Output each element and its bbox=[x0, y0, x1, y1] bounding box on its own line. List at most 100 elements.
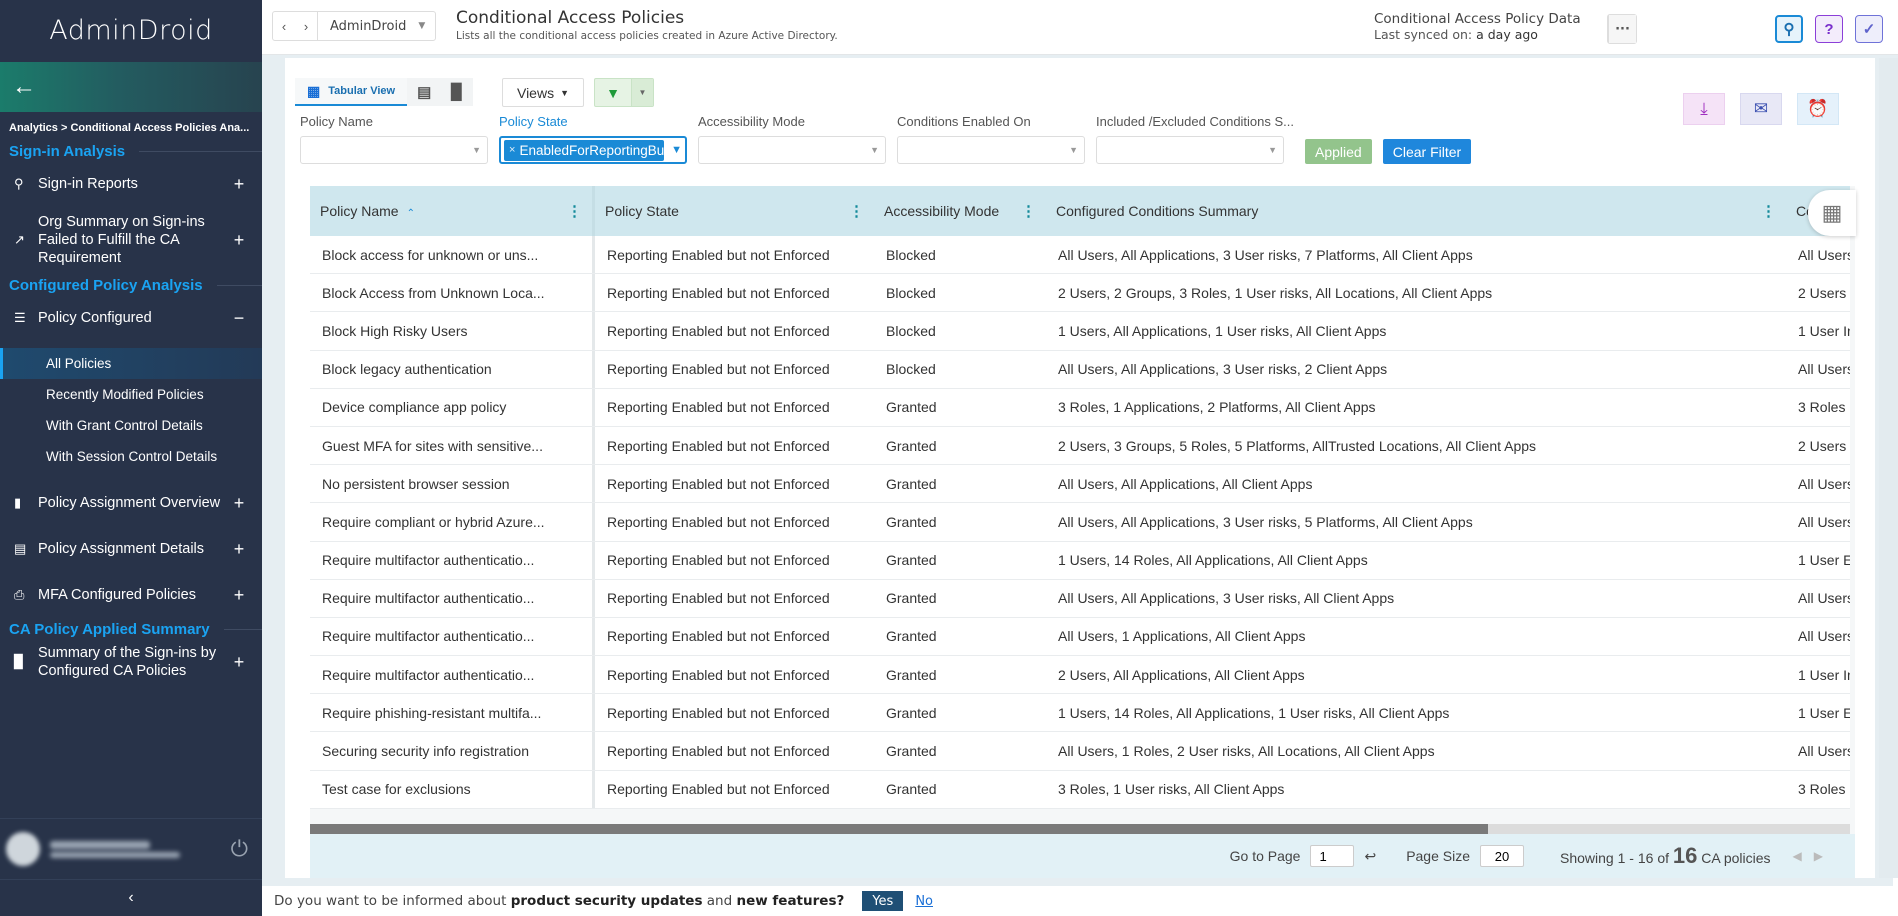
table-row[interactable]: Require multifactor authenticatio... Repo… bbox=[310, 579, 1850, 618]
table-row[interactable]: Require multifactor authenticatio... Repo… bbox=[310, 617, 1850, 657]
org-name: AdminDroid bbox=[330, 18, 407, 34]
selected-chip[interactable]: × EnabledForReportingButNo... bbox=[504, 139, 664, 161]
user-profile[interactable]: ⏻ bbox=[0, 818, 262, 880]
goto-page-input[interactable] bbox=[1310, 845, 1355, 867]
scrollbar-thumb[interactable] bbox=[310, 824, 1488, 834]
sidebar-item-mfa-configured[interactable]: ⎙ MFA Configured Policies + bbox=[0, 572, 262, 618]
vertical-scrollbar[interactable] bbox=[1879, 58, 1898, 878]
table-row[interactable]: Require multifactor authenticatio... Repo… bbox=[310, 541, 1850, 580]
sidebar-subitem-grant-control[interactable]: With Grant Control Details bbox=[0, 410, 262, 441]
org-selector[interactable]: AdminDroid ▼ bbox=[317, 12, 435, 40]
column-header-policy-name[interactable]: Policy Name ⌃ ⋮ bbox=[310, 186, 592, 236]
table-row[interactable]: Block Access from Unknown Loca... Reporti… bbox=[310, 274, 1850, 313]
next-page-icon[interactable]: ▶ bbox=[1814, 849, 1835, 863]
sort-asc-icon[interactable]: ⌃ bbox=[407, 208, 415, 219]
mail-icon[interactable]: ✉ bbox=[1740, 93, 1782, 125]
table-row[interactable]: Block access for unknown or uns... Report… bbox=[310, 236, 1850, 275]
table-row[interactable]: No persistent browser session Reporting E… bbox=[310, 465, 1850, 504]
search-icon[interactable]: ⚲ bbox=[1775, 15, 1803, 43]
expand-icon[interactable]: + bbox=[232, 230, 246, 251]
check-circle-icon[interactable]: ✓ bbox=[1855, 15, 1883, 43]
column-header-conditions-summary[interactable]: Configured Conditions Summary ⋮ bbox=[1046, 186, 1786, 236]
accessibility-mode-select[interactable]: ▼ bbox=[698, 136, 886, 164]
table-row[interactable]: Guest MFA for sites with sensitive... Rep… bbox=[310, 426, 1850, 466]
applied-button[interactable]: Applied bbox=[1305, 139, 1372, 164]
policy-state-select[interactable]: × EnabledForReportingButNo... ▼ bbox=[499, 136, 687, 164]
table-row[interactable]: Require compliant or hybrid Azure... Repo… bbox=[310, 503, 1850, 542]
table-row[interactable]: Securing security info registration Repor… bbox=[310, 732, 1850, 771]
more-options-button[interactable]: ··· bbox=[1608, 15, 1636, 43]
policy-name-select[interactable]: ▼ bbox=[300, 136, 488, 164]
column-header-accessibility-mode[interactable]: Accessibility Mode ⋮ bbox=[874, 186, 1046, 236]
sidebar-item-summary-signins[interactable]: ▉ Summary of the Sign-ins by Configured … bbox=[0, 640, 262, 684]
filter-dropdown-icon[interactable]: ▼ bbox=[631, 79, 653, 106]
enter-icon[interactable]: ↩ bbox=[1364, 848, 1376, 865]
cell-policy-state: Reporting Enabled but not Enforced bbox=[592, 617, 874, 656]
expand-icon[interactable]: + bbox=[232, 539, 246, 560]
sidebar-subitem-session-control[interactable]: With Session Control Details bbox=[0, 441, 262, 472]
expand-icon[interactable]: + bbox=[232, 652, 246, 673]
expand-icon[interactable]: + bbox=[232, 174, 246, 195]
notify-text: Do you want to be informed about bbox=[274, 893, 507, 909]
sidebar-item-policy-assignment-details[interactable]: ▤ Policy Assignment Details + bbox=[0, 526, 262, 572]
sidebar-breadcrumb[interactable]: Analytics > Conditional Access Policies … bbox=[0, 112, 262, 134]
filter-label: Accessibility Mode bbox=[698, 114, 805, 129]
table-row[interactable]: Block legacy authentication Reporting Ena… bbox=[310, 350, 1850, 389]
cell-policy-state: Reporting Enabled but not Enforced bbox=[592, 274, 874, 312]
alarm-clock-icon[interactable]: ⏰ bbox=[1797, 93, 1839, 125]
tab-tabular-view[interactable]: ▦ Tabular View bbox=[295, 78, 408, 106]
table-row[interactable]: Device compliance app policy Reporting En… bbox=[310, 388, 1850, 427]
yes-button[interactable]: Yes bbox=[862, 891, 904, 911]
table-row[interactable]: Require phishing-resistant multifa... Rep… bbox=[310, 694, 1850, 733]
cell-truncated: All Users bbox=[1798, 475, 1850, 492]
power-icon[interactable]: ⏻ bbox=[231, 836, 248, 862]
expand-icon[interactable]: + bbox=[232, 585, 246, 606]
column-menu-icon[interactable]: ⋮ bbox=[1021, 202, 1036, 220]
prev-page-icon[interactable]: ◀ bbox=[1793, 849, 1814, 863]
cell-accessibility-mode: Granted bbox=[886, 437, 937, 454]
table-row[interactable]: Block High Risky Users Reporting Enabled … bbox=[310, 312, 1850, 351]
nav-back-button[interactable]: ‹ bbox=[273, 19, 295, 34]
collapse-icon[interactable]: − bbox=[232, 308, 246, 329]
views-dropdown[interactable]: Views ▼ bbox=[502, 78, 584, 107]
sidebar-item-org-summary[interactable]: ↗ Org Summary on Sign-ins Failed to Fulf… bbox=[0, 206, 262, 274]
cell-conditions-summary: 3 Roles, 1 User risks, All Client Apps bbox=[1058, 781, 1285, 798]
included-excluded-select[interactable]: ▼ bbox=[1096, 136, 1284, 164]
column-menu-icon[interactable]: ⋮ bbox=[567, 202, 582, 220]
sidebar-item-label: MFA Configured Policies bbox=[38, 587, 196, 603]
download-icon[interactable]: ⤓ bbox=[1683, 93, 1725, 125]
remove-chip-icon[interactable]: × bbox=[509, 144, 515, 156]
column-header-policy-state[interactable]: Policy State ⋮ bbox=[592, 186, 874, 236]
column-menu-icon[interactable]: ⋮ bbox=[1761, 202, 1776, 220]
collapse-sidebar-button[interactable]: ‹ bbox=[0, 880, 262, 916]
table-row[interactable]: Require multifactor authenticatio... Repo… bbox=[310, 656, 1850, 695]
cell-policy-name: Block legacy authentication bbox=[322, 361, 492, 378]
cell-conditions-summary: All Users, All Applications, 3 User risk… bbox=[1058, 513, 1473, 530]
logo[interactable]: AdminDroid bbox=[0, 0, 262, 60]
filter-label: Included /Excluded Conditions S... bbox=[1096, 114, 1295, 129]
tab-chart-view[interactable]: ▉ bbox=[441, 78, 473, 106]
filter-icon[interactable]: ▼ bbox=[595, 79, 631, 106]
expand-icon[interactable]: + bbox=[232, 493, 246, 514]
sidebar-subitem-all-policies[interactable]: All Policies bbox=[0, 348, 262, 379]
document-icon: ▦ bbox=[307, 82, 321, 99]
no-link[interactable]: No bbox=[915, 894, 933, 909]
column-settings-icon[interactable]: ▦ bbox=[1808, 190, 1856, 236]
sidebar-subitem-recently-modified[interactable]: Recently Modified Policies bbox=[0, 379, 262, 410]
notify-bold: new features? bbox=[736, 893, 845, 909]
horizontal-scrollbar[interactable] bbox=[310, 824, 1850, 834]
conditions-enabled-select[interactable]: ▼ bbox=[897, 136, 1085, 164]
sidebar-item-sign-in-reports[interactable]: ⚲ Sign-in Reports + bbox=[0, 162, 262, 206]
table-row[interactable]: Test case for exclusions Reporting Enable… bbox=[310, 770, 1850, 809]
sidebar-item-policy-configured[interactable]: ☰ Policy Configured − bbox=[0, 296, 262, 340]
sidebar-item-policy-assignment-overview[interactable]: ▮ Policy Assignment Overview + bbox=[0, 480, 262, 526]
nav-forward-button[interactable]: › bbox=[295, 19, 317, 34]
table-container: Policy Name ⌃ ⋮ Policy State ⋮ Accessibilit… bbox=[310, 186, 1855, 878]
tab-report-view[interactable]: ▤ bbox=[407, 78, 441, 106]
column-menu-icon[interactable]: ⋮ bbox=[849, 202, 864, 220]
help-icon[interactable]: ? bbox=[1815, 15, 1843, 43]
clear-filter-button[interactable]: Clear Filter bbox=[1382, 139, 1472, 164]
cell-conditions-summary: 1 Users, 14 Roles, All Applications, All… bbox=[1058, 552, 1368, 569]
page-size-input[interactable] bbox=[1480, 845, 1525, 867]
back-button[interactable]: ← bbox=[0, 62, 262, 112]
